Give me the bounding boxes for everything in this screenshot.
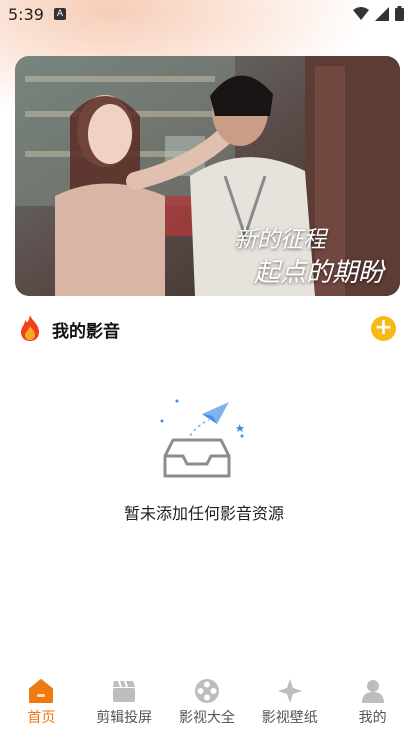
- home-icon: [29, 679, 54, 703]
- tab-wallpaper[interactable]: 影视壁纸: [248, 672, 331, 736]
- tab-mine-label: 我的: [358, 710, 387, 726]
- status-bar: 5:39 A: [0, 0, 414, 30]
- tab-wallpaper-label: 影视壁纸: [261, 710, 318, 726]
- banner-caption-line1: 新的征程: [234, 227, 326, 253]
- my-media-header: 我的影音 +: [18, 314, 398, 344]
- notification-icon: A: [54, 8, 66, 20]
- section-title: 我的影音: [52, 322, 120, 342]
- banner-image[interactable]: 新的征程 起点的期盼: [15, 56, 400, 296]
- tab-home[interactable]: 首页: [0, 672, 83, 736]
- tab-movies[interactable]: 影视大全: [166, 672, 249, 736]
- wifi-icon: [353, 6, 369, 20]
- status-time: 5:39: [8, 5, 44, 24]
- tab-mine[interactable]: 我的: [331, 672, 414, 736]
- bottom-tab-bar: 首页 剪辑投屏 影视大全 影视壁纸 我的: [0, 672, 414, 736]
- tab-movies-label: 影视大全: [178, 710, 235, 726]
- user-icon: [361, 680, 384, 703]
- clapperboard-icon: [113, 680, 136, 702]
- tab-home-label: 首页: [27, 710, 56, 726]
- battery-icon: [395, 6, 404, 21]
- tab-clip-cast-label: 剪辑投屏: [96, 710, 153, 726]
- status-indicators: [353, 6, 404, 21]
- empty-state-message: 暂未添加任何影音资源: [123, 504, 284, 523]
- banner-caption-line2: 起点的期盼: [253, 258, 384, 288]
- film-reel-icon: [194, 679, 219, 703]
- fire-icon: [21, 315, 39, 341]
- empty-tray-icon: [160, 399, 244, 478]
- add-media-button[interactable]: +: [371, 316, 396, 341]
- tab-clip-cast[interactable]: 剪辑投屏: [83, 672, 166, 736]
- star-diamond-icon: [277, 679, 302, 703]
- cellular-signal-icon: [375, 6, 389, 21]
- plus-icon: +: [374, 315, 393, 340]
